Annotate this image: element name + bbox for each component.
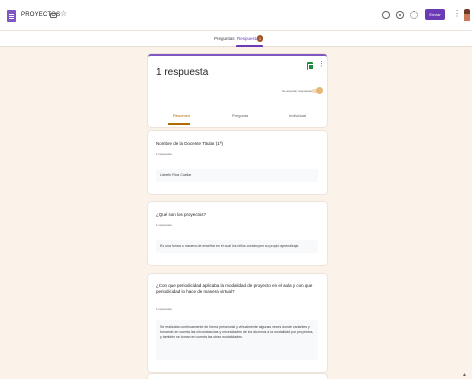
response-count: 1 respuesta [156, 152, 172, 156]
forms-logo-icon[interactable] [7, 10, 16, 22]
subtab-question[interactable]: Pregunta [232, 113, 248, 118]
answer-box: Se realizaba continuamente de forma pres… [156, 320, 318, 360]
question-title: ¿Qué son los proyectos? [156, 212, 207, 217]
accepting-responses-toggle[interactable] [316, 87, 323, 94]
settings-icon[interactable] [410, 11, 418, 19]
response-count: 1 respuesta [156, 307, 172, 311]
preview-icon[interactable] [396, 11, 404, 19]
answer-box: Es una forma o manera de enseñar en el c… [156, 240, 318, 253]
avatar[interactable] [464, 9, 470, 21]
star-icon[interactable]: ☆ [60, 10, 67, 18]
scroll-up-icon[interactable]: ▲ [462, 372, 467, 378]
answer-text: Se realizaba continuamente de forma pres… [160, 325, 314, 339]
question-card: Nombre de la Docente Titular (1ª) 1 resp… [148, 131, 327, 194]
tab-questions[interactable]: Preguntas [214, 36, 235, 41]
question-title: Nombre de la Docente Titular (1ª) [156, 141, 223, 146]
responses-count-badge: 1 [257, 35, 263, 42]
responses-count-title: 1 respuesta [156, 67, 209, 78]
form-tabs: Preguntas Respuestas 1 [0, 31, 472, 47]
answer-text: Lizbeth Rios Cuellar [160, 173, 192, 177]
answer-text: Es una forma o manera de enseñar en el c… [160, 244, 300, 248]
active-subtab-indicator [168, 123, 190, 125]
top-bar: PROYECTOS ☆ Enviar ⋮ [0, 0, 472, 30]
folder-icon[interactable] [50, 13, 57, 18]
more-vert-icon[interactable]: ⋮ [318, 61, 325, 68]
question-card: ¿Con que periodicidad aplicaba la modali… [148, 274, 327, 372]
active-tab-indicator [236, 45, 263, 47]
subtab-summary[interactable]: Resumen [173, 113, 190, 118]
response-count: 1 respuesta [156, 223, 172, 227]
palette-icon[interactable] [382, 11, 390, 19]
subtab-individual[interactable]: Individual [289, 113, 306, 118]
send-button[interactable]: Enviar [425, 9, 445, 20]
more-vert-icon[interactable]: ⋮ [453, 10, 461, 18]
accepting-responses-label: Se aceptan respuestas [282, 89, 313, 93]
question-card: ¿Qué son los proyectos? 1 respuesta Es u… [148, 202, 327, 265]
question-card [148, 374, 327, 379]
sheets-icon[interactable] [307, 62, 314, 70]
question-title: ¿Con que periodicidad aplicaba la modali… [156, 283, 313, 294]
answer-box: Lizbeth Rios Cuellar [156, 169, 318, 182]
